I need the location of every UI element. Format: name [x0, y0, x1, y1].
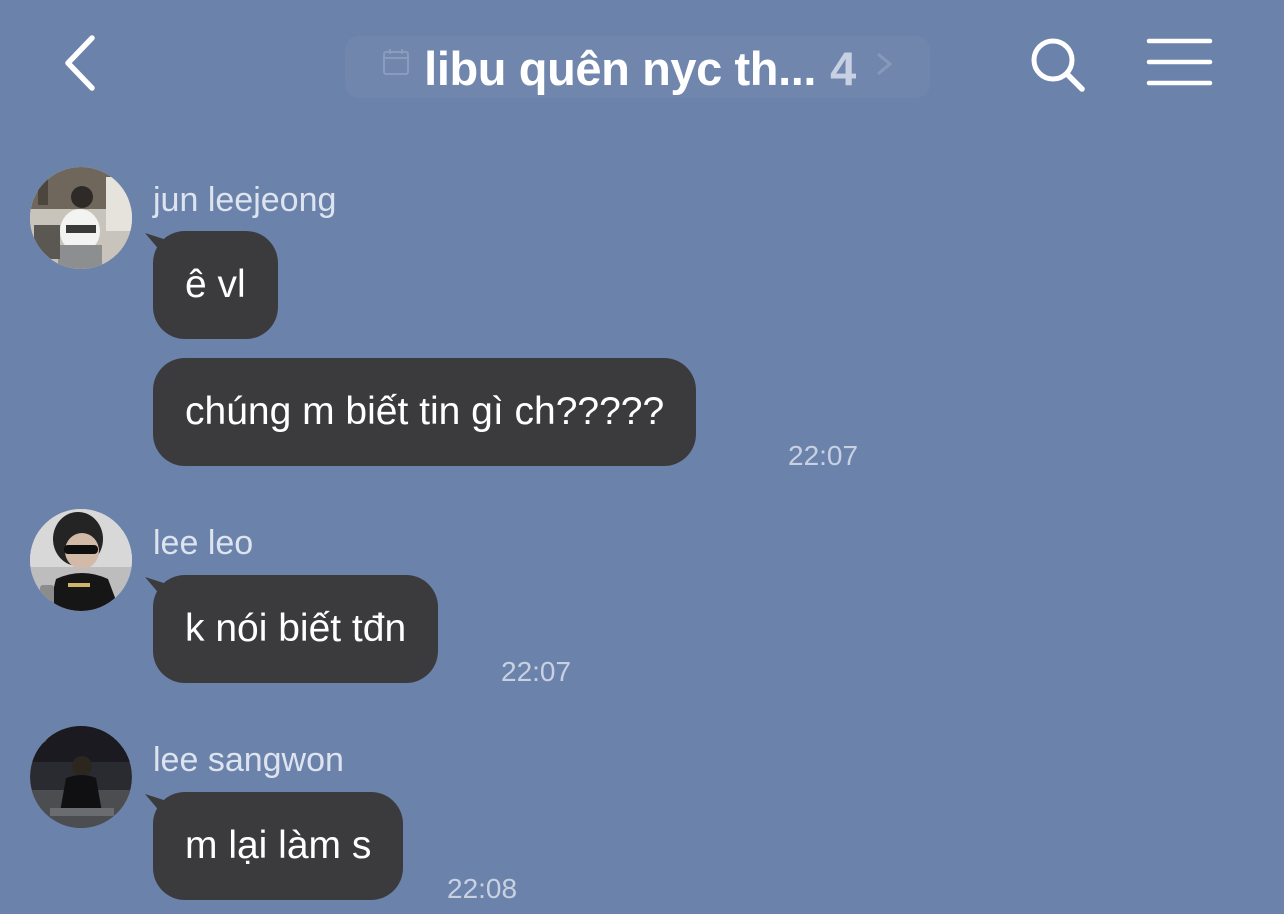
message-text: k nói biết tđn [185, 607, 407, 650]
avatar[interactable] [30, 726, 132, 828]
message-text: chúng m biết tin gì ch????? [185, 390, 665, 433]
message-text: m lại làm s [185, 824, 372, 867]
message-bubble[interactable]: k nói biết tđn [153, 575, 439, 683]
message-text: ê vl [185, 263, 246, 306]
message-time: 22:07 [501, 656, 572, 687]
message-time: 22:07 [788, 440, 859, 471]
search-button[interactable] [1025, 32, 1089, 96]
sender-name: jun leejeong [153, 181, 337, 219]
message-time: 22:08 [447, 873, 518, 904]
search-icon [1031, 38, 1085, 92]
chat-header: libu quên nyc th... 4 [0, 0, 1284, 135]
chevron-left-icon [65, 35, 95, 91]
menu-button[interactable] [1144, 35, 1216, 91]
chat-title-text: libu quên nyc th... [424, 41, 817, 95]
message-bubble[interactable]: ê vl [153, 231, 278, 339]
chat-title-area[interactable]: libu quên nyc th... 4 [330, 36, 950, 100]
chat-title: libu quên nyc th... 4 [424, 41, 856, 96]
hamburger-menu-icon [1146, 38, 1213, 86]
sender-name: lee sangwon [153, 741, 344, 779]
avatar[interactable] [30, 509, 132, 611]
avatar[interactable] [30, 167, 132, 269]
avatar-photo [30, 167, 132, 269]
back-button[interactable] [52, 28, 112, 98]
avatar-photo [30, 509, 132, 611]
sender-name: lee leo [153, 524, 254, 562]
member-count: 4 [830, 41, 856, 95]
message-bubble[interactable]: m lại làm s [153, 792, 404, 900]
message-bubble[interactable]: chúng m biết tin gì ch????? [153, 358, 697, 466]
avatar-photo [30, 726, 132, 828]
